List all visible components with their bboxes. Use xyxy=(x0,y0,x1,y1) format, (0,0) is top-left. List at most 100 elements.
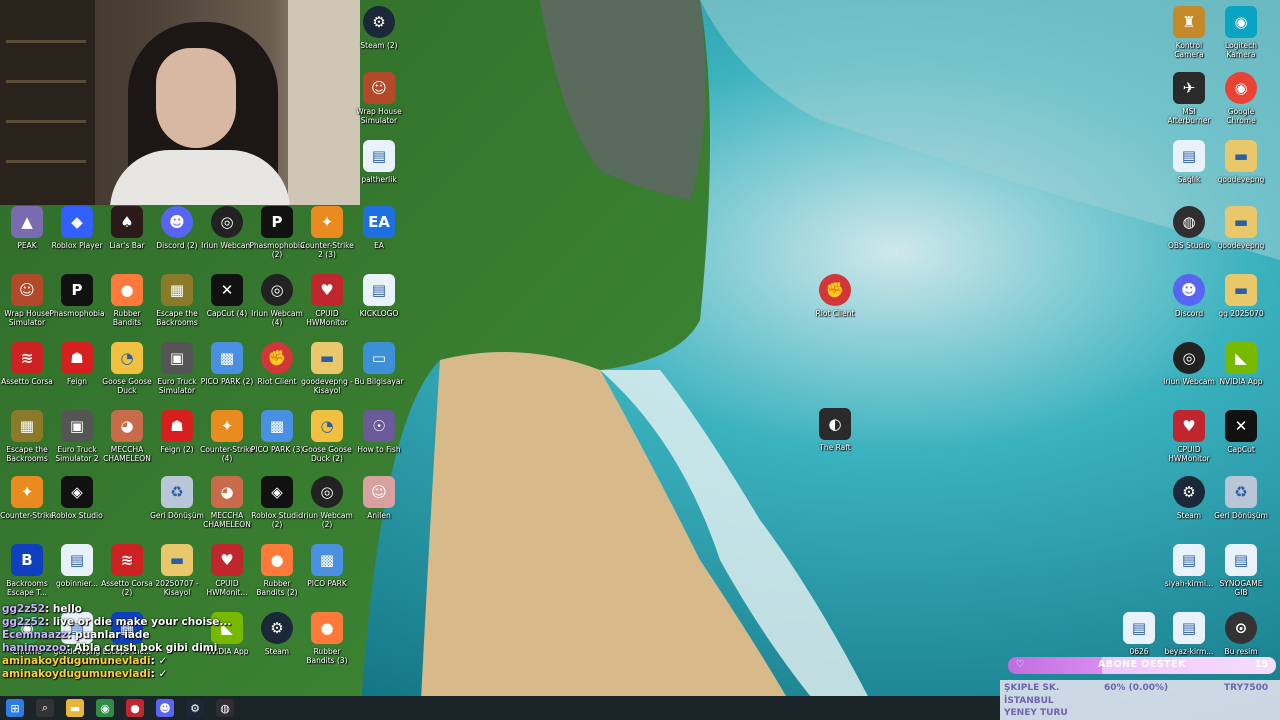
desktop-icon-bd-bilgisayar[interactable]: ▭ Bu Bilgisayar xyxy=(352,342,406,406)
discord-icon[interactable]: ☻ xyxy=(156,699,174,717)
desktop-icon-discord-right[interactable]: ☻ Discord xyxy=(1162,274,1216,338)
desktop-icon-how-to-fish[interactable]: ☉ How to Fish xyxy=(352,410,406,474)
desktop-icon-peak[interactable]: ▲ PEAK xyxy=(0,206,54,270)
desktop-icon-folder-r2[interactable]: ▬ goodevepng xyxy=(1214,206,1268,270)
desktop-icon-nvidia-right[interactable]: ◣ NVIDIA App xyxy=(1214,342,1268,406)
recording-icon[interactable]: ● xyxy=(126,699,144,717)
folder-icon: ▬ xyxy=(161,544,193,576)
chrome-icon[interactable]: ◉ xyxy=(96,699,114,717)
chat-message: gg2z52: hello xyxy=(2,603,82,615)
desktop-icon-roblox-player[interactable]: ◆ Roblox Player xyxy=(50,206,104,270)
desktop-icon-feign[interactable]: ☗ Feign xyxy=(50,342,104,406)
desktop-icon-steam-top[interactable]: ⚙ Steam (2) xyxy=(352,6,406,70)
desktop-icon-roblox-studio-2[interactable]: ◈ Roblox Studio (2) xyxy=(250,476,304,540)
desktop-icon-escape-backrooms[interactable]: ▦ Escape the Backrooms xyxy=(150,274,204,338)
desktop-icon-cpuid-right[interactable]: ♥ CPUID HWMonitor xyxy=(1162,410,1216,474)
discord-icon: ☻ xyxy=(1173,274,1205,306)
desktop-icon-cpuid-hwmonitor[interactable]: ♥ CPUID HWMonitor xyxy=(300,274,354,338)
obs-icon[interactable]: ◍ xyxy=(216,699,234,717)
desktop-icon-anilen[interactable]: ☺ Anilen xyxy=(352,476,406,540)
file-icon: ▤ xyxy=(1173,140,1205,172)
desktop-icon-the-raft[interactable]: ◐ The Raft xyxy=(808,408,862,472)
desktop-icon-capcut-4[interactable]: ✕ CapCut (4) xyxy=(200,274,254,338)
desktop-icon-folder-r1[interactable]: ▬ goodevepng xyxy=(1214,140,1268,204)
desktop-icon-riot-client[interactable]: ✊ Riot Client xyxy=(250,342,304,406)
desktop-icon-geri-donusum[interactable]: ♻ Geri Dönüşüm xyxy=(150,476,204,540)
desktop-icon-goose-goose-duck[interactable]: ◔ Goose Goose Duck xyxy=(100,342,154,406)
game-icon: ▲ xyxy=(11,206,43,238)
windows-icon[interactable]: ⊞ xyxy=(6,699,24,717)
desktop-icon-phasmophobia-2[interactable]: P Phasmophobia (2) xyxy=(249,206,305,270)
desktop-icon-recycle-right[interactable]: ♻ Geri Dönüşüm xyxy=(1214,476,1268,540)
desktop-icon-wrap-house-2[interactable]: ☺ Wrap House Simulator xyxy=(0,274,54,338)
desktop-icon-pico-park-3[interactable]: ▩ PICO PARK (3) xyxy=(250,410,304,474)
file-icon: ▤ xyxy=(363,140,395,172)
desktop-icon-logitech-camera[interactable]: ◉ Logitech Kamera xyxy=(1214,6,1268,70)
chat-message: Ecemnaazz: puanlar iade xyxy=(2,629,150,641)
desktop-icon-goodevepng[interactable]: ▬ goodevepng - Kisayol xyxy=(300,342,354,406)
desktop-icon-label: Escape the Backrooms xyxy=(6,445,48,463)
desktop-icon-rubber-bandits-3[interactable]: ● Rubber Bandits (3) xyxy=(300,612,354,676)
game-icon: P xyxy=(261,206,293,238)
desktop-icon-kontrol-camera[interactable]: ♜ Kontrol Camera xyxy=(1162,6,1216,70)
desktop-icon-kick-logo[interactable]: ▤ KICKLOGO xyxy=(352,274,406,338)
desktop-icon-label: Riot Client xyxy=(257,377,297,386)
desktop-icon-siyah-kirmizi[interactable]: ▤ siyah-kirmi... xyxy=(1162,544,1216,608)
desktop-icon-obs-studio[interactable]: ◍ OBS Studio xyxy=(1162,206,1216,270)
desktop-icon-discord-2[interactable]: ☻ Discord (2) xyxy=(150,206,204,270)
game-icon: ☗ xyxy=(161,410,193,442)
desktop-icon-counter-strike[interactable]: ✦ Counter-Strike xyxy=(0,476,54,540)
desktop-icon-ea[interactable]: EA EA xyxy=(352,206,406,270)
desktop-icon-assetto-corsa-2[interactable]: ≋ Assetto Corsa (2) xyxy=(100,544,154,608)
desktop-icon-iriun-webcam-2[interactable]: ◎ Iriun Webcam (2) xyxy=(300,476,354,540)
desktop-icon-escape-backrooms-2[interactable]: ▦ Escape the Backrooms xyxy=(0,410,54,474)
desktop-icon-label: Geri Dönüşüm xyxy=(150,511,204,520)
desktop-icon-label: MECCHA CHAMELEON xyxy=(103,445,151,463)
file-explorer-icon[interactable]: ▬ xyxy=(66,699,84,717)
desktop-icon-label: Roblox Player xyxy=(51,241,103,250)
desktop-icon-label: Counter-Strike xyxy=(0,511,54,520)
desktop-icon-feign-2[interactable]: ☗ Feign (2) xyxy=(150,410,204,474)
desktop-icon-folder-r3[interactable]: ▬ gg 2025070 xyxy=(1214,274,1268,338)
steam-icon: ⚙ xyxy=(1173,476,1205,508)
desktop-icon-msi-afterburner[interactable]: ✈ MSI Afterburner xyxy=(1162,72,1216,136)
desktop-icon-riot-client-right[interactable]: ✊ Riot Client xyxy=(808,274,862,338)
desktop-icon-rubber-bandits-2[interactable]: ● Rubber Bandits (2) xyxy=(250,544,304,608)
desktop-icon-label: Anilen xyxy=(367,511,391,520)
desktop-icon-liars-bar[interactable]: ♠ Liar's Bar xyxy=(100,206,154,270)
desktop-icon-roblox-studio[interactable]: ◈ Roblox Studio xyxy=(50,476,104,540)
game-icon: ● xyxy=(261,544,293,576)
desktop-icon-kisayol[interactable]: ▬ 20250707 - Kisayol xyxy=(150,544,204,608)
desktop-icon-pico-park[interactable]: ▩ PICO PARK xyxy=(300,544,354,608)
desktop-icon-paltherlik[interactable]: ▤ paltherlik xyxy=(352,140,406,204)
desktop-icon-wrap-house-1[interactable]: ☺ Wrap House Simulator xyxy=(352,72,406,136)
desktop-icon-label: Phasmophobia (2) xyxy=(249,241,305,259)
desktop-icon-iriun-webcam-4[interactable]: ◎ Iriun Webcam (4) xyxy=(250,274,304,338)
desktop-icon-capcut-right[interactable]: ✕ CapCut xyxy=(1214,410,1268,474)
desktop-icon-counter-strike-3[interactable]: ✦ Counter-Strike 2 (3) xyxy=(300,206,354,270)
game-icon: ▩ xyxy=(211,342,243,374)
desktop-icon-cpuid-hwmonitor-2[interactable]: ♥ CPUID HWMonit... xyxy=(200,544,254,608)
desktop-icon-file-r1[interactable]: ▤ Sağlık xyxy=(1162,140,1216,204)
steam-icon[interactable]: ⚙ xyxy=(186,699,204,717)
desktop-icon-rubber-bandits[interactable]: ● Rubber Bandits xyxy=(100,274,154,338)
desktop-icon-meccha-chameleon-2[interactable]: ◕ MECCHA CHAMELEON xyxy=(200,476,254,540)
desktop-icon-goose-goose-duck-2[interactable]: ◔ Goose Goose Duck (2) xyxy=(300,410,354,474)
desktop-icon-counter-strike-4[interactable]: ✦ Counter-Strike (4) xyxy=(200,410,254,474)
desktop-icon-euro-truck[interactable]: ▣ Euro Truck Simulator xyxy=(150,342,204,406)
desktop-icon-euro-truck-2[interactable]: ▣ Euro Truck Simulator 2 xyxy=(50,410,104,474)
desktop-icon-backrooms-escape[interactable]: B Backrooms Escape T... xyxy=(0,544,54,608)
desktop-icon-phasmophobia[interactable]: P Phasmophobia xyxy=(49,274,105,338)
desktop-icon-pico-park-2[interactable]: ▩ PICO PARK (2) xyxy=(200,342,254,406)
desktop-icon-google-chrome[interactable]: ◉ Google Chrome xyxy=(1214,72,1268,136)
desktop-icon-steam-right[interactable]: ⚙ Steam xyxy=(1162,476,1216,540)
desktop-icon-meccha-chameleon[interactable]: ◕ MECCHA CHAMELEON xyxy=(100,410,154,474)
desktop-icon-iriun-right[interactable]: ◎ Iriun Webcam xyxy=(1162,342,1216,406)
desktop-icon-synonyms[interactable]: ▤ SYNOGAME GIB xyxy=(1214,544,1268,608)
desktop-icon-assetto-corsa[interactable]: ≋ Assetto Corsa xyxy=(0,342,54,406)
search-icon[interactable]: ⌕ xyxy=(36,699,54,717)
desktop-icon-gobinnier[interactable]: ▤ gobinnier... xyxy=(50,544,104,608)
desktop-icon-label: Sağlık xyxy=(1177,175,1201,184)
webcam-overlay xyxy=(0,0,360,205)
desktop-icon-iriun-webcam[interactable]: ◎ Iriun Webcam xyxy=(200,206,254,270)
